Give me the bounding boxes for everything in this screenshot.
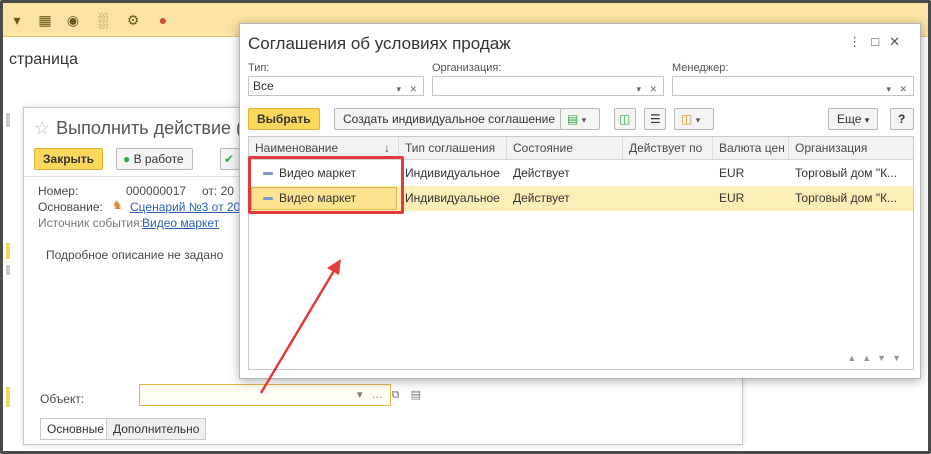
chevron-down-icon[interactable]: ▾ (396, 80, 401, 98)
dialog-title: Соглашения об условиях продаж (248, 34, 511, 53)
basis-link[interactable]: Сценарий №3 от 20. (130, 200, 244, 214)
chevron-down-icon: ▾ (695, 115, 701, 125)
close-button[interactable]: Закрыть (34, 148, 104, 170)
organization-label: Организация: (432, 62, 502, 74)
clear-icon[interactable]: ▤ (411, 389, 421, 401)
help-button[interactable]: ? (890, 108, 914, 130)
scroll-down-icon[interactable]: ▼ (877, 353, 892, 363)
clear-icon[interactable]: ✕ (899, 80, 907, 98)
chevron-down-icon[interactable]: ▾ (886, 80, 891, 98)
chevron-down-icon: ▾ (864, 115, 870, 125)
object-input[interactable] (139, 384, 391, 406)
number-value: 000000017 (126, 184, 187, 198)
object-input-buttons: ▾ … ⧉ ▤ (357, 388, 421, 402)
form-title: ☆ Выполнить действие (В (34, 118, 255, 138)
background-strip (6, 387, 10, 407)
window-controls: ⋮□✕ (848, 34, 910, 50)
gear-icon[interactable]: ⚙ (125, 12, 141, 28)
in-work-button[interactable]: ● В работе (116, 148, 193, 170)
page-title: страница (9, 51, 78, 68)
clear-icon[interactable]: ✕ (649, 80, 657, 98)
object-label: Объект: (40, 392, 85, 406)
maximize-icon[interactable]: □ (871, 34, 889, 49)
column-organization[interactable]: Организация (789, 137, 915, 160)
close-icon[interactable]: ✕ (889, 34, 910, 49)
cell-type: Индивидуальное (405, 191, 500, 205)
create-individual-agreement-button[interactable]: Создать индивидуальное соглашение (334, 108, 565, 130)
report-button[interactable]: ◫ ▾ (674, 108, 714, 130)
list-icon: ☰ (650, 112, 661, 126)
dropdown-icon[interactable]: ▾ (357, 389, 363, 401)
background-strip (6, 113, 10, 127)
organization-input[interactable]: ▾ ✕ (432, 76, 664, 96)
green-dot-icon: ● (123, 152, 131, 166)
import-button[interactable]: ▤ ▾ (560, 108, 600, 130)
tab-main[interactable]: Основные (40, 418, 111, 440)
cart-icon[interactable]: ▾ (9, 12, 25, 28)
list-button[interactable]: ☰ (644, 108, 666, 130)
star-icon[interactable]: ☆ (34, 118, 50, 138)
clear-icon[interactable]: ✕ (409, 80, 417, 98)
column-agreement-type[interactable]: Тип соглашения (399, 137, 507, 160)
chevron-down-icon[interactable]: ▾ (636, 80, 641, 98)
source-link[interactable]: Видео маркет (142, 216, 219, 230)
source-label: Источник события: (38, 216, 143, 230)
scroll-buttons: ▲▲▼▼ (847, 353, 907, 363)
select-button[interactable]: Выбрать (248, 108, 320, 130)
ellipsis-icon[interactable]: … (372, 389, 383, 401)
scroll-top-icon[interactable]: ▲ (847, 353, 862, 363)
cell-organization: Торговый дом "К... (795, 166, 898, 180)
tab-additional[interactable]: Дополнительно (106, 418, 207, 440)
settings-red-icon[interactable]: ● (155, 12, 171, 28)
basis-label: Основание: (38, 200, 103, 214)
cell-state: Действует (513, 191, 570, 205)
manager-input[interactable]: ▾ ✕ (672, 76, 914, 96)
column-valid-until[interactable]: Действует по (623, 137, 713, 160)
cell-valid (623, 161, 713, 186)
background-strip (6, 265, 10, 275)
cell-valid (623, 186, 713, 211)
cell-currency: EUR (719, 166, 745, 180)
cell-organization: Торговый дом "К... (795, 191, 898, 205)
number-label: Номер: (38, 184, 79, 198)
annotation-highlight-box (248, 156, 404, 214)
type-label: Тип: (248, 62, 270, 74)
check-button[interactable]: ✔ (220, 148, 240, 170)
scroll-up-icon[interactable]: ▲ (862, 353, 877, 363)
background-strip (6, 243, 10, 259)
cell-type: Индивидуальное (405, 166, 500, 180)
date-label: от: 20 (202, 184, 234, 198)
cell-currency: EUR (719, 191, 745, 205)
import-icon: ▤ (567, 112, 579, 126)
menu-icon[interactable]: ⋮ (848, 34, 871, 49)
chart-icon[interactable]: ░ (95, 12, 111, 28)
type-select[interactable]: Все ▾ ✕ (248, 76, 424, 96)
report-icon: ◫ (681, 112, 693, 126)
scroll-bottom-icon[interactable]: ▼ (892, 353, 907, 363)
grid-icon[interactable]: ▦ (37, 12, 53, 28)
manager-label: Менеджер: (672, 62, 729, 74)
cell-state: Действует (513, 166, 570, 180)
dialog-toolbar: Выбрать Создать индивидуальное соглашени… (248, 108, 914, 132)
open-icon[interactable]: ⧉ (392, 389, 400, 401)
chevron-down-icon: ▾ (581, 115, 587, 125)
coin-icon[interactable]: ◉ (65, 12, 81, 28)
column-state[interactable]: Состояние (507, 137, 623, 160)
app-window: ▾ ▦ ◉ ░ ⚙ ● страница ☆ Выполнить действие… (0, 0, 931, 454)
more-button[interactable]: Еще ▾ (828, 108, 879, 130)
scenario-icon: ♞ (112, 198, 123, 212)
document-button[interactable]: ◫ (614, 108, 636, 130)
column-currency[interactable]: Валюта цен (713, 137, 789, 160)
document-icon: ◫ (619, 112, 631, 126)
description-text: Подробное описание не задано (46, 248, 224, 262)
